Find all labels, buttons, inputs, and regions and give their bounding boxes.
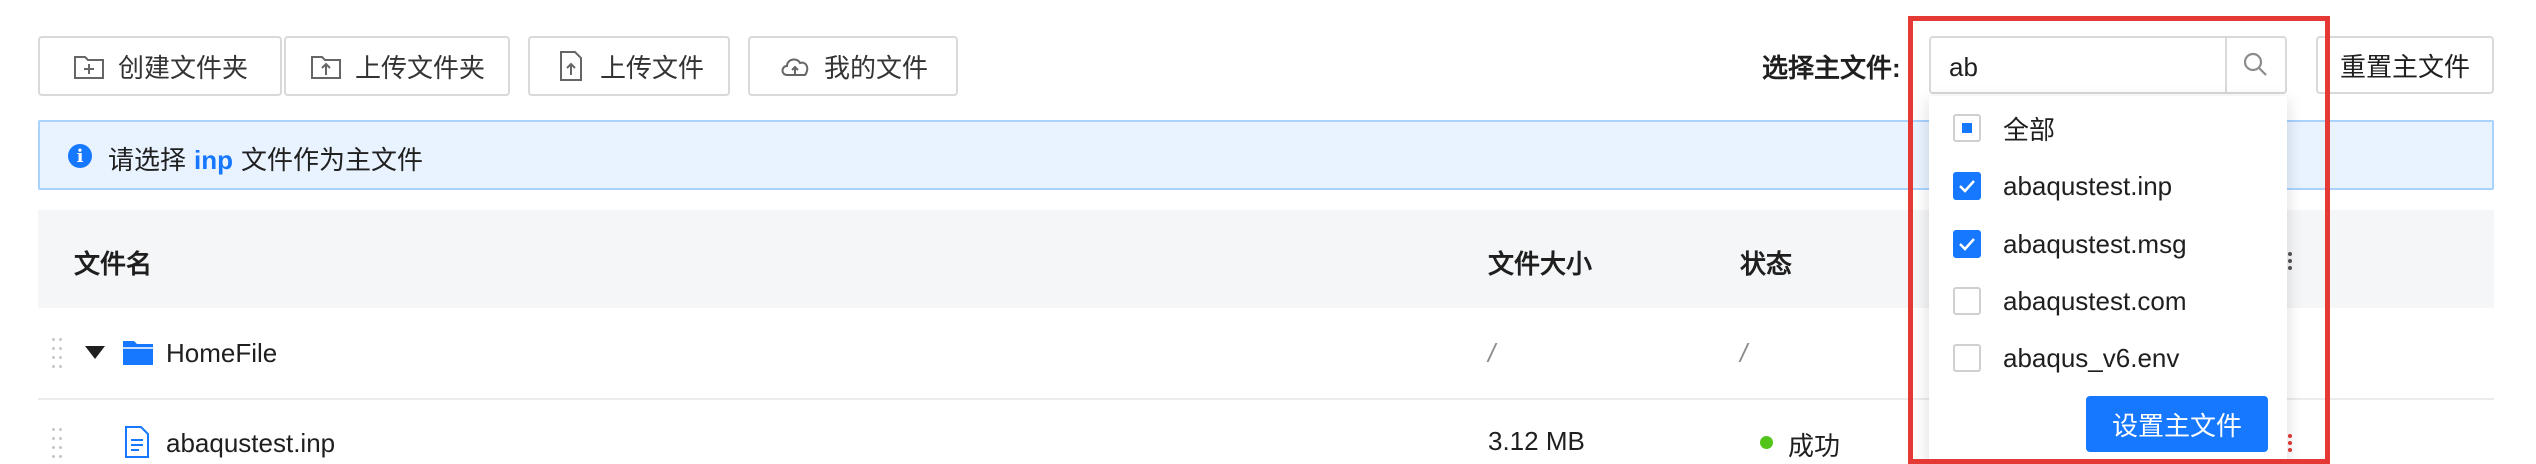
- info-suffix: 文件作为主文件: [241, 145, 424, 175]
- header-size: 文件大小: [1488, 249, 1593, 279]
- header-status: 状态: [1740, 249, 1793, 279]
- option-file[interactable]: abaqustest.inp: [1953, 166, 2172, 206]
- option-label: abaqustest.msg: [2003, 228, 2187, 259]
- status-dot: [1760, 436, 1773, 449]
- file-name[interactable]: abaqustest.inp: [166, 428, 335, 459]
- search-button[interactable]: [2225, 38, 2285, 92]
- my-files-label: 我的文件: [823, 52, 928, 83]
- option-label: abaqustest.com: [2003, 285, 2187, 316]
- upload-folder-label: 上传文件夹: [354, 52, 485, 83]
- upload-file-label: 上传文件: [599, 52, 704, 83]
- checkbox-checked[interactable]: [1953, 172, 1981, 200]
- more-icon[interactable]: [2288, 434, 2292, 452]
- folder-upload-icon: [310, 56, 341, 79]
- option-file[interactable]: abaqustest.msg: [1953, 224, 2187, 264]
- info-prefix: 请选择: [108, 145, 187, 175]
- search-icon: [2243, 52, 2267, 76]
- file-icon: [125, 426, 149, 458]
- reset-main-file-button[interactable]: 重置主文件: [2316, 36, 2494, 94]
- info-text: 请选择 inp 文件作为主文件: [108, 140, 423, 177]
- create-folder-label: 创建文件夹: [117, 52, 248, 83]
- main-file-label: 选择主文件:: [1762, 53, 1901, 83]
- option-file[interactable]: abaqus_v6.env: [1953, 338, 2179, 378]
- header-more-icon[interactable]: [2288, 252, 2292, 270]
- checkbox-checked[interactable]: [1953, 230, 1981, 258]
- main-file-search[interactable]: [1929, 36, 2287, 94]
- checkbox-indeterminate[interactable]: [1953, 114, 1981, 142]
- file-status: 成功: [1788, 431, 1841, 461]
- file-upload-icon: [559, 51, 582, 81]
- caret-down-icon[interactable]: [84, 344, 106, 360]
- option-label: abaqustest.inp: [2003, 170, 2173, 201]
- option-label: 全部: [2003, 114, 2056, 145]
- checkbox-unchecked[interactable]: [1953, 287, 1981, 315]
- file-status: /: [1740, 338, 1748, 368]
- info-ext: inp: [194, 145, 234, 175]
- file-name[interactable]: HomeFile: [166, 338, 277, 369]
- info-icon: i: [68, 144, 92, 168]
- file-size: /: [1488, 338, 1496, 368]
- upload-folder-button[interactable]: 上传文件夹: [284, 36, 510, 96]
- main-file-dropdown: 全部 abaqustest.inp abaqustest.msg abaqust…: [1929, 96, 2287, 464]
- drag-handle-icon[interactable]: [52, 338, 64, 370]
- cloud-upload-icon: [781, 58, 809, 76]
- checkbox-unchecked[interactable]: [1953, 344, 1981, 372]
- my-files-button[interactable]: 我的文件: [748, 36, 958, 96]
- folder-plus-icon: [73, 56, 104, 79]
- upload-file-button[interactable]: 上传文件: [528, 36, 730, 96]
- set-main-file-button[interactable]: 设置主文件: [2086, 396, 2268, 452]
- create-folder-button[interactable]: 创建文件夹: [38, 36, 282, 96]
- option-label: abaqus_v6.env: [2003, 342, 2180, 373]
- option-all[interactable]: 全部: [1953, 108, 2055, 148]
- file-size: 3.12 MB: [1488, 426, 1585, 456]
- folder-icon: [123, 341, 153, 365]
- main-file-search-input[interactable]: [1947, 48, 2211, 86]
- option-file[interactable]: abaqustest.com: [1953, 281, 2187, 321]
- header-name: 文件名: [74, 249, 153, 279]
- drag-handle-icon[interactable]: [52, 428, 64, 460]
